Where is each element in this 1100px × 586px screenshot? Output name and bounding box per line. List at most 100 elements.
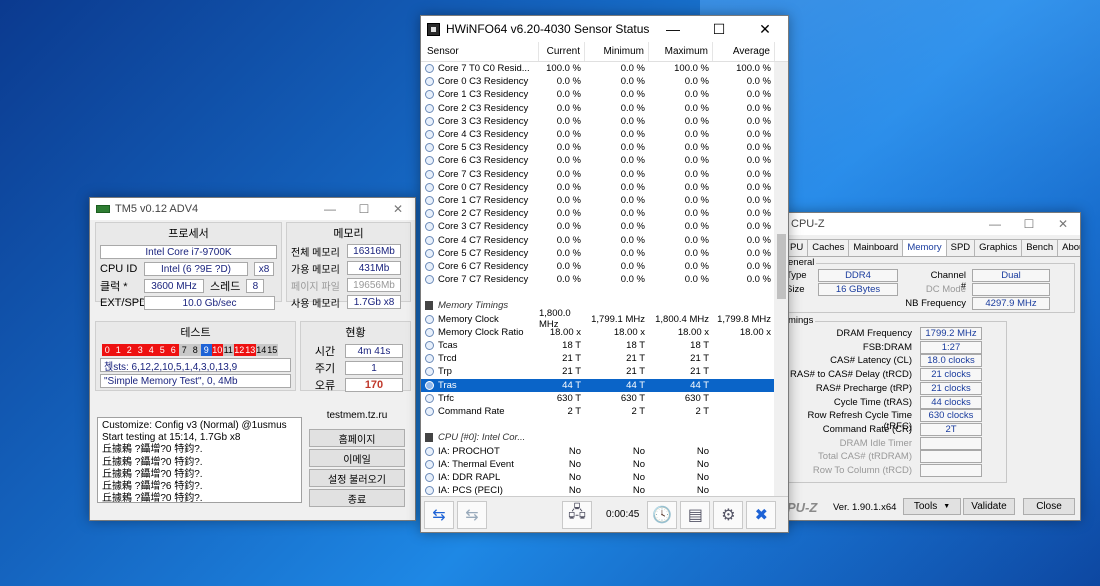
processor-panel: 프로세서 Intel Core i7-9700K CPU ID Intel (6… xyxy=(95,222,282,310)
sensor-row[interactable]: Trp 21 T 21 T 21 T xyxy=(421,365,775,378)
close-button[interactable]: ✕ xyxy=(1046,213,1080,235)
sensor-row[interactable]: Core 7 C7 Residency 0.0 % 0.0 % 0.0 % 0.0 % xyxy=(421,273,775,286)
timing-label: CAS# Latency (CL) xyxy=(830,355,912,367)
tab-memory[interactable]: Memory xyxy=(902,239,947,256)
test-panel: 테스트 0 1 2 3 4 5 6 7 8 9 10 11 12 13 14 15 첹sts: 6,12,2,… xyxy=(95,321,296,391)
sensor-avg: 0.0 % xyxy=(746,260,771,272)
sensor-name: Core 5 C7 Residency xyxy=(438,247,529,259)
sensor-row[interactable]: Core 7 T0 C0 Resid... 100.0 % 0.0 % 100.0 %… xyxy=(421,62,775,75)
test-cells: 0 1 2 3 4 5 6 7 8 9 10 11 12 13 14 15 xyxy=(102,344,289,356)
test-log[interactable]: Customize: Config v3 (Normal) @1usmus Sta… xyxy=(97,417,302,503)
sensor-row[interactable]: Memory Clock Ratio 18.00 x 18.00 x 18.00 x 1… xyxy=(421,326,775,339)
sensor-row[interactable]: Tras 44 T 44 T 44 T xyxy=(421,378,775,392)
sensor-max: 0.0 % xyxy=(684,234,709,246)
sensor-icon xyxy=(425,209,434,219)
sensor-min: 0.0 % xyxy=(620,63,645,75)
close-button[interactable]: ✕ xyxy=(381,198,415,220)
minimize-button[interactable]: — xyxy=(313,198,347,220)
sensor-row[interactable] xyxy=(421,286,775,299)
sensor-row[interactable]: Core 5 C7 Residency 0.0 % 0.0 % 0.0 % 0.0 % xyxy=(421,247,775,260)
col-minimum[interactable]: Minimum xyxy=(585,42,649,61)
type-label: Type xyxy=(786,270,807,281)
sensor-row[interactable]: IA: Thermal Event No No No xyxy=(421,458,775,471)
minimize-button[interactable]: — xyxy=(650,16,696,42)
scrollbar-thumb[interactable] xyxy=(777,234,786,299)
collapse-arrows-icon[interactable]: ⇆ xyxy=(424,500,454,529)
sensor-row[interactable]: Core 4 C7 Residency 0.0 % 0.0 % 0.0 % 0.0 % xyxy=(421,233,775,246)
maximize-button[interactable]: ☐ xyxy=(696,16,742,42)
sensor-row[interactable]: Core 3 C3 Residency 0.0 % 0.0 % 0.0 % 0.0 % xyxy=(421,115,775,128)
close-app-button[interactable]: Close xyxy=(1023,498,1075,515)
col-current[interactable]: Current xyxy=(539,42,585,61)
sensor-group-row[interactable]: Memory Timings xyxy=(421,299,775,312)
sensor-min: 630 T xyxy=(620,392,645,404)
load-config-button[interactable]: 설정 불러오기 xyxy=(309,469,405,487)
tab-spd[interactable]: SPD xyxy=(945,239,976,256)
sensor-row[interactable]: Core 6 C3 Residency 0.0 % 0.0 % 0.0 % 0.0 % xyxy=(421,154,775,167)
network-icon[interactable]: 🖧 xyxy=(562,500,592,529)
sensor-row[interactable]: Core 6 C7 Residency 0.0 % 0.0 % 0.0 % 0.0 % xyxy=(421,260,775,273)
sensor-name: Memory Clock xyxy=(438,313,499,325)
sensor-row[interactable]: Core 4 C3 Residency 0.0 % 0.0 % 0.0 % 0.0 % xyxy=(421,128,775,141)
tab-mainboard[interactable]: Mainboard xyxy=(848,239,904,256)
sensor-row[interactable] xyxy=(421,418,775,431)
sensor-row[interactable]: Core 0 C3 Residency 0.0 % 0.0 % 0.0 % 0.0 % xyxy=(421,75,775,88)
timing-value: 21 clocks xyxy=(920,381,982,395)
threads-label: 스레드 xyxy=(210,281,241,293)
email-button[interactable]: 이메일 xyxy=(309,449,405,467)
col-maximum[interactable]: Maximum xyxy=(649,42,713,61)
expand-arrows-icon[interactable]: ⇆ xyxy=(457,500,487,529)
sensor-row[interactable]: Memory Clock 1,800.0 MHz 1,799.1 MHz 1,800.… xyxy=(421,308,775,330)
tm5-window[interactable]: TM5 v0.12 ADV4 — ☐ ✕ 프로세서 Intel Core i7-… xyxy=(89,197,416,521)
sensor-row[interactable]: Trfc 630 T 630 T 630 T xyxy=(421,392,775,405)
sensor-row[interactable]: IA: PROCHOT No No No xyxy=(421,444,775,457)
clock-icon[interactable]: 🕓 xyxy=(647,500,678,529)
maximize-button[interactable]: ☐ xyxy=(347,198,381,220)
col-average[interactable]: Average xyxy=(713,42,775,61)
sensor-group-row[interactable]: CPU [#0]: Intel Cor... xyxy=(421,431,775,444)
tab-caches[interactable]: Caches xyxy=(807,239,850,256)
tm5-titlebar[interactable]: TM5 v0.12 ADV4 — ☐ ✕ xyxy=(90,198,415,220)
close-x-icon[interactable]: ✖ xyxy=(746,500,777,529)
validate-button[interactable]: Validate xyxy=(963,498,1015,515)
sensor-row[interactable]: IA: DDR RAPL No No No xyxy=(421,471,775,484)
cpuz-window[interactable]: CPU-Z — ☐ ✕ PU Caches Mainboard Memory SPD Gr… xyxy=(784,212,1081,521)
maximize-button[interactable]: ☐ xyxy=(1012,213,1046,235)
close-button[interactable]: ✕ xyxy=(742,16,788,42)
sensor-min: 0.0 % xyxy=(620,102,645,114)
sensor-row[interactable]: Core 5 C3 Residency 0.0 % 0.0 % 0.0 % 0.0 % xyxy=(421,141,775,154)
add-report-icon[interactable]: ▤ xyxy=(680,500,711,529)
tab-about[interactable]: About xyxy=(1057,239,1080,256)
minimize-button[interactable]: — xyxy=(978,213,1012,235)
sensor-icon xyxy=(425,327,434,337)
mem-total-value: 16316Mb xyxy=(347,244,401,258)
sensor-row[interactable]: Core 3 C7 Residency 0.0 % 0.0 % 0.0 % 0.0 % xyxy=(421,220,775,233)
col-sensor[interactable]: Sensor xyxy=(421,42,539,61)
tab-graphics[interactable]: Graphics xyxy=(974,239,1023,256)
settings-gear-icon[interactable]: ⚙ xyxy=(713,500,744,529)
sensor-min: 0.0 % xyxy=(620,208,645,220)
sensor-row[interactable]: Core 1 C7 Residency 0.0 % 0.0 % 0.0 % 0.0 % xyxy=(421,194,775,207)
hwinfo-titlebar[interactable]: HWiNFO64 v6.20-4030 Sensor Status — ☐ ✕ xyxy=(421,16,788,42)
tab-bench[interactable]: Bench xyxy=(1021,239,1059,256)
sensor-row[interactable]: Core 7 C3 Residency 0.0 % 0.0 % 0.0 % 0.0 % xyxy=(421,168,775,181)
sensor-name: IA: Thermal Event xyxy=(438,458,514,470)
sensor-max: 1,800.4 MHz xyxy=(655,313,709,325)
sensor-row[interactable]: Core 1 C3 Residency 0.0 % 0.0 % 0.0 % 0.0 % xyxy=(421,88,775,101)
sensor-name: Core 4 C3 Residency xyxy=(438,129,529,141)
vertical-scrollbar[interactable] xyxy=(774,62,788,497)
exit-button[interactable]: 종료 xyxy=(309,489,405,507)
sensor-row[interactable]: Core 0 C7 Residency 0.0 % 0.0 % 0.0 % 0.0 % xyxy=(421,181,775,194)
sensor-row[interactable]: Command Rate 2 T 2 T 2 T xyxy=(421,405,775,418)
tm5-app-icon xyxy=(96,205,110,213)
sensor-row[interactable]: Tcas 18 T 18 T 18 T xyxy=(421,339,775,352)
cpuz-titlebar[interactable]: CPU-Z — ☐ ✕ xyxy=(785,213,1080,235)
hwinfo-window[interactable]: HWiNFO64 v6.20-4030 Sensor Status — ☐ ✕ … xyxy=(420,15,789,533)
sensor-row[interactable]: Core 2 C3 Residency 0.0 % 0.0 % 0.0 % 0.0 % xyxy=(421,102,775,115)
tools-button[interactable]: Tools ▼ xyxy=(903,498,961,515)
sensor-avg: 0.0 % xyxy=(746,155,771,167)
sensor-max: 100.0 % xyxy=(674,63,709,75)
homepage-button[interactable]: 홈페이지 xyxy=(309,429,405,447)
sensor-row[interactable]: Core 2 C7 Residency 0.0 % 0.0 % 0.0 % 0.0 % xyxy=(421,207,775,220)
sensor-row[interactable]: Trcd 21 T 21 T 21 T xyxy=(421,352,775,365)
